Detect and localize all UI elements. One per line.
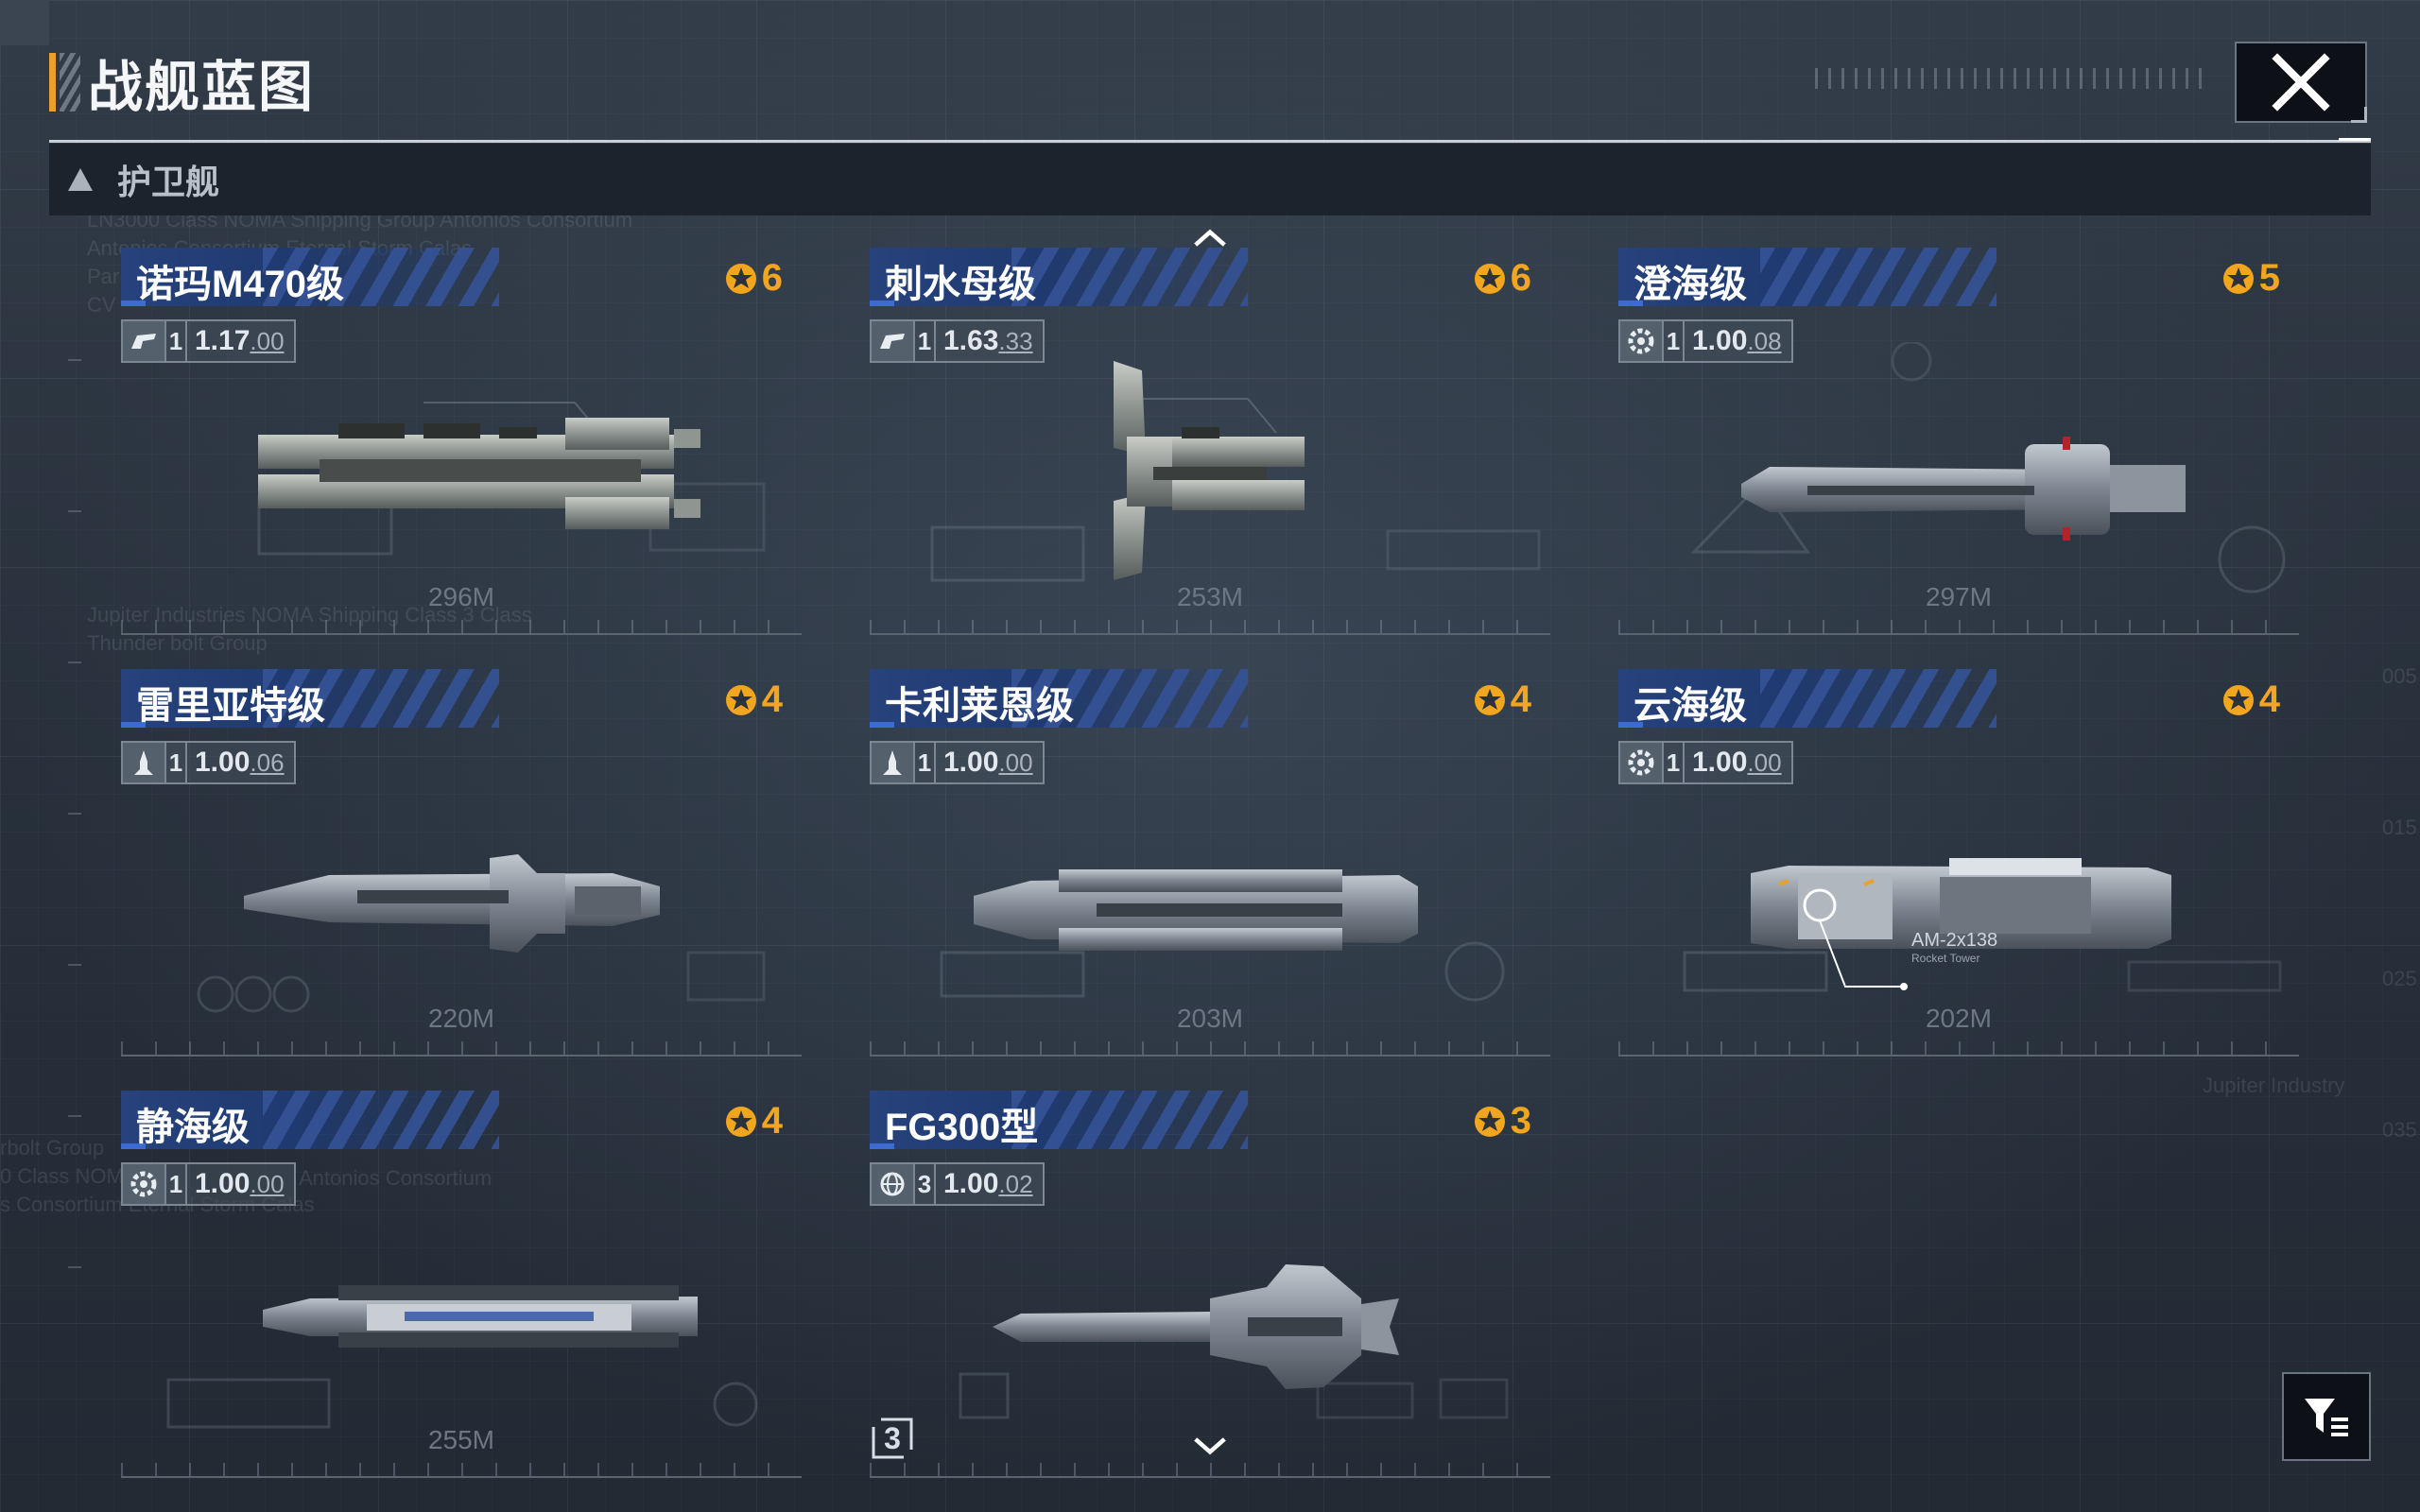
corner-block [0,0,49,45]
page-indicator: 3 [872,1418,913,1459]
chevron-down-icon [1194,1437,1226,1455]
ship-card-1[interactable]: 诺玛M470级 6 1 1.17.00 296M [121,248,802,635]
ship-name: 诺玛M470级 [136,264,345,305]
ship-image-yunhai [1683,858,2282,992]
rating-value: 4 [761,1100,783,1142]
weapon-annotation: AM-2x138 Rocket Tower [1911,930,1997,965]
rating-value: 5 [2258,257,2280,299]
page-header: 战舰蓝图 [49,49,315,118]
page-frame-icon [872,1418,913,1459]
ship-image-nomar-m470 [257,402,766,556]
annotation-title: AM-2x138 [1911,930,1998,951]
ship-card-6[interactable]: 云海级 4 1 1.00.00 AM-2x138 Rocket Tower 20… [1618,669,2299,1057]
scale-ruler [870,1030,1550,1057]
annotation-sub: Rocket Tower [1911,952,1980,965]
rank-badge-icon [725,1106,756,1137]
rating-value: 4 [2258,679,2280,720]
scale-ruler [1618,609,2299,635]
ship-name: 卡利莱恩级 [885,685,1074,727]
ship-rating: 6 [724,257,783,300]
rank-badge-icon [725,684,756,715]
scroll-down-button[interactable] [1193,1433,1227,1461]
side-tick [68,359,81,361]
ship-name: 澄海级 [1634,264,1747,305]
ship-rating: 3 [1473,1100,1531,1143]
ship-name: FG300型 [885,1107,1039,1148]
ship-card-3[interactable]: 澄海级 5 1 1.00.08 297M [1618,248,2299,635]
ship-rating: 6 [1473,257,1531,300]
rank-badge-icon [2222,263,2254,294]
ship-name: 雷里亚特级 [136,685,325,727]
ship-rating: 4 [724,1100,783,1143]
ship-image-fg300 [959,1264,1509,1419]
rating-value: 4 [761,679,783,720]
ship-card-8[interactable]: FG300型 3 3 1.00.02 [870,1091,1550,1478]
scale-ruler [121,1452,802,1478]
chevron-up-icon [1194,229,1226,247]
rating-value: 3 [1510,1100,1531,1142]
side-tick [68,1266,81,1268]
header-divider-end [2339,138,2371,141]
category-label: 护卫舰 [117,163,220,201]
scale-ruler [121,1030,802,1057]
rank-badge-icon [1474,684,1505,715]
scale-ruler [870,609,1550,635]
ship-rating: 4 [1473,679,1531,721]
ship-name: 静海级 [136,1107,250,1148]
side-tick [68,813,81,815]
rank-badge-icon [1474,1106,1505,1137]
rating-value: 6 [761,257,783,299]
header-ticks-decoration [1815,68,2212,89]
ship-card-7[interactable]: 静海级 4 1 1.00.00 255M [121,1091,802,1478]
ship-image-jinghai [166,1285,758,1429]
ship-image-reliat [197,854,766,1013]
close-button[interactable] [2235,42,2367,123]
scale-ruler [121,609,802,635]
ship-rating: 4 [724,679,783,721]
bg-text-right-edge: 005 015 025 035 [2382,664,2417,1142]
rating-value: 4 [1510,679,1531,720]
rating-value: 6 [1510,257,1531,299]
filter-icon [2305,1399,2348,1436]
rank-badge-icon [1474,263,1505,294]
category-toggle-frigate[interactable]: 护卫舰 [49,144,2371,215]
ship-image-jellyfish [930,361,1541,582]
header-divider [49,140,2371,143]
rank-badge-icon [2222,684,2254,715]
close-icon [2272,53,2330,112]
filter-button[interactable] [2282,1372,2371,1461]
side-tick [68,1115,81,1117]
ship-rating: 4 [2221,679,2280,721]
ship-name: 云海级 [1634,685,1747,727]
side-tick [68,964,81,966]
header-accent-bar [49,53,56,112]
ship-card-2[interactable]: 刺水母级 6 1 1.63.33 253M [870,248,1550,635]
ship-card-5[interactable]: 卡利莱恩级 4 1 1.00.00 203M [870,669,1550,1057]
ship-image-chenghai [1690,342,2286,593]
ship-card-4[interactable]: 雷里亚特级 4 1 1.00.06 220M [121,669,802,1057]
rank-badge-icon [725,263,756,294]
scale-ruler [1618,1030,2299,1057]
header-accent-stripes [60,53,80,112]
ship-rating: 5 [2221,257,2280,300]
side-tick [68,662,81,663]
ship-name: 刺水母级 [885,264,1036,305]
collapse-triangle-icon [68,168,93,191]
page-title: 战舰蓝图 [88,57,316,118]
ship-image-kaliline [940,869,1505,1002]
side-tick [68,510,81,512]
bg-text-right-bottom: Jupiter Industry [2203,1074,2345,1097]
